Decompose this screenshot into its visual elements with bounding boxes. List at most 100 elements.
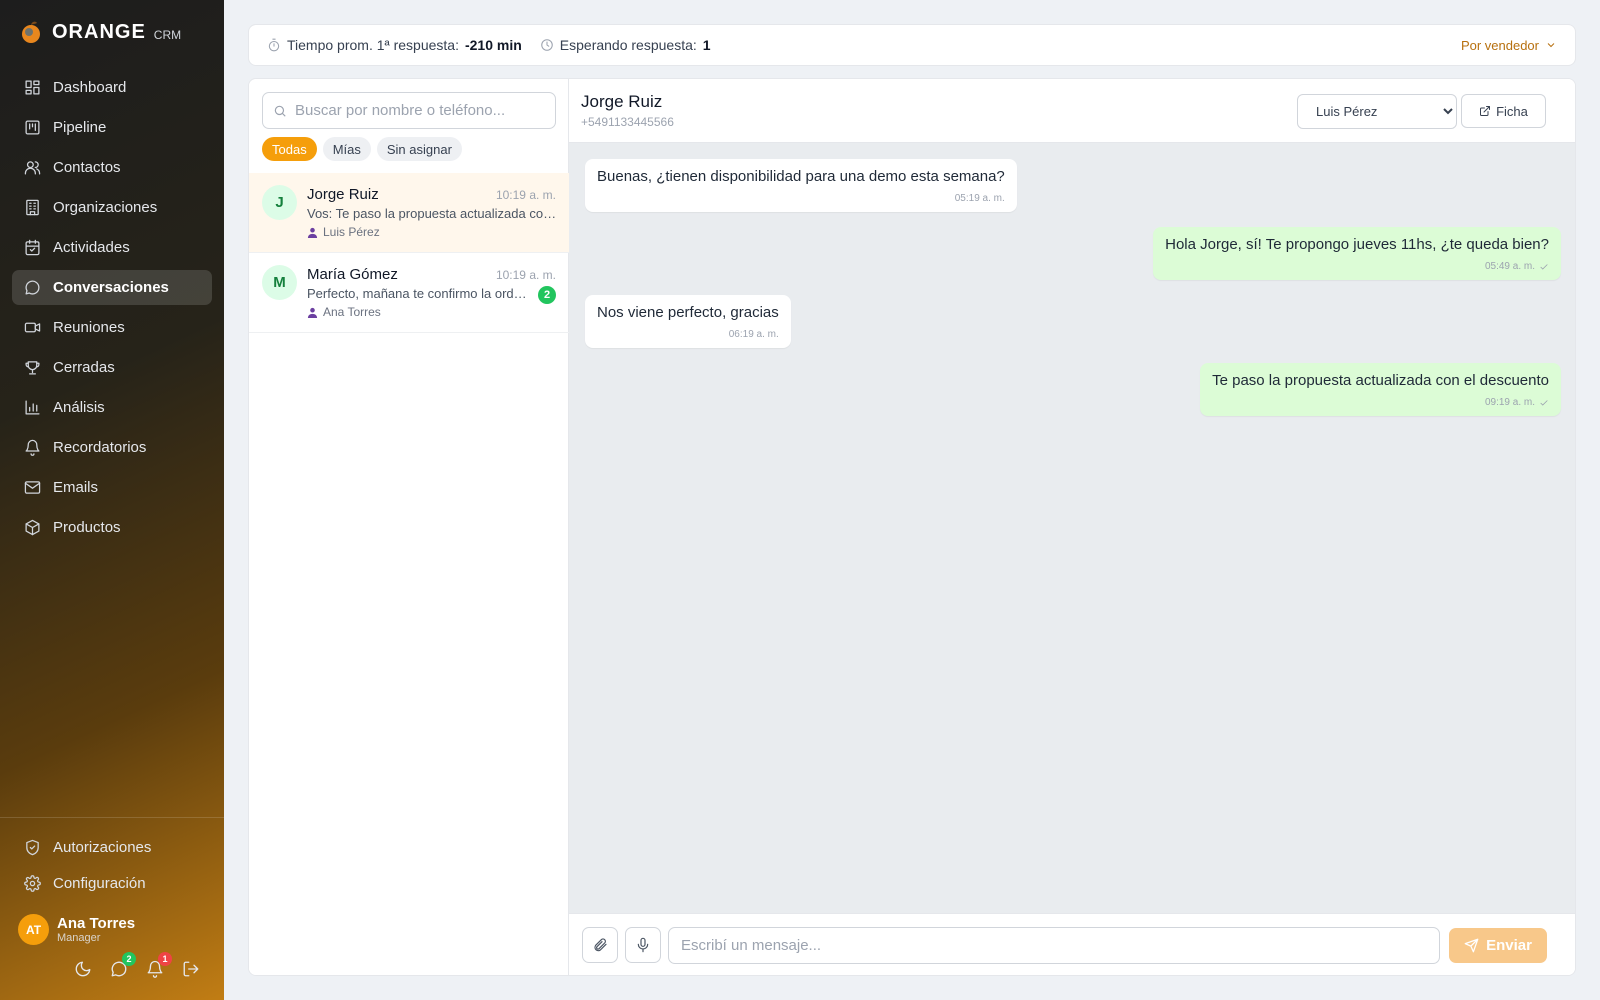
conversation-time: 10:19 a. m. [495, 268, 556, 282]
message-time: 06:19 a. m. [597, 329, 779, 340]
brand-name: ORANGE [52, 20, 146, 43]
message-input[interactable] [668, 927, 1440, 964]
search-input[interactable] [295, 102, 545, 119]
ficha-button[interactable]: Ficha [1461, 94, 1546, 128]
conversation-item-jorge-ruiz[interactable]: J Jorge Ruiz 10:19 a. m. Vos: Te paso la… [249, 173, 569, 253]
sidebar-divider [0, 817, 224, 818]
sidebar-item-label: Recordatorios [53, 439, 147, 456]
notifications-button[interactable]: 1 [146, 952, 172, 980]
stats-bar: Tiempo prom. 1ª respuesta: -210 min Espe… [248, 24, 1576, 66]
sidebar-item-emails[interactable]: Emails [12, 470, 212, 505]
message-outgoing: Hola Jorge, sí! Te propongo jueves 11hs,… [1153, 227, 1561, 280]
contact-name: Jorge Ruiz [307, 186, 379, 203]
sidebar-item-label: Productos [53, 519, 121, 536]
attach-button[interactable] [582, 927, 618, 963]
chat-contact-phone: +5491133445566 [581, 115, 674, 129]
sidebar-item-organizaciones[interactable]: Organizaciones [12, 190, 212, 225]
sidebar-item-label: Emails [53, 479, 99, 496]
moon-icon [75, 961, 91, 977]
conversation-preview: Vos: Te paso la propuesta actualizada co… [307, 206, 557, 221]
paperclip-icon [594, 938, 607, 952]
conversation-owner: Ana Torres [307, 305, 381, 319]
conversation-filters: Todas Mías Sin asignar [262, 137, 462, 161]
sidebar-item-autorizaciones[interactable]: Autorizaciones [12, 830, 212, 865]
sidebar-item-label: Dashboard [53, 79, 127, 96]
sidebar-item-label: Cerradas [53, 359, 115, 376]
chat-contact-name: Jorge Ruiz [581, 92, 663, 111]
sidebar-item-label: Contactos [53, 159, 121, 176]
message-incoming: Nos viene perfecto, gracias 06:19 a. m. [585, 295, 791, 348]
person-icon [307, 307, 318, 318]
sidebar-item-label: Actividades [53, 239, 130, 256]
message-time-text: 05:49 a. m. [1484, 261, 1535, 272]
owner-name: Ana Torres [323, 305, 381, 319]
pipeline-icon [25, 120, 40, 135]
message-composer: Enviar [569, 913, 1575, 975]
message-outgoing: Te paso la propuesta actualizada con el … [1200, 363, 1561, 416]
brand-sub: CRM [153, 28, 182, 42]
sidebar-item-recordatorios[interactable]: Recordatorios [12, 430, 212, 465]
orange-logo-icon [22, 21, 40, 43]
bell-icon [25, 439, 40, 456]
theme-toggle-button[interactable] [74, 960, 94, 980]
brand[interactable]: ORANGE CRM [18, 16, 181, 48]
avg-response-stat: Tiempo prom. 1ª respuesta: -210 min [267, 37, 522, 53]
sidebar-item-contactos[interactable]: Contactos [12, 150, 212, 185]
send-button[interactable]: Enviar [1449, 928, 1547, 963]
chat-area: Jorge Ruiz +5491133445566 Luis Pérez Fic… [569, 79, 1575, 975]
sidebar-item-label: Autorizaciones [53, 839, 152, 856]
assign-seller-select[interactable]: Luis Pérez [1297, 94, 1457, 129]
check-icon [1540, 263, 1548, 270]
filter-mias[interactable]: Mías [322, 137, 371, 161]
sidebar-item-conversaciones[interactable]: Conversaciones [12, 270, 212, 305]
vendor-filter-dropdown[interactable]: Por vendedor [1461, 38, 1557, 53]
user-name: Ana Torres [57, 915, 136, 932]
sidebar-item-cerradas[interactable]: Cerradas [12, 350, 212, 385]
logout-button[interactable] [182, 960, 202, 980]
send-icon [1464, 938, 1479, 953]
conversation-time: 10:19 a. m. [495, 188, 556, 202]
gear-icon [24, 875, 41, 892]
sidebar-item-dashboard[interactable]: Dashboard [12, 70, 212, 105]
user-role: Manager [57, 932, 101, 944]
message-time-text: 06:19 a. m. [728, 329, 779, 340]
sidebar-item-actividades[interactable]: Actividades [12, 230, 212, 265]
waiting-value: 1 [702, 37, 711, 53]
conversation-preview: Perfecto, mañana te confirmo la orden [307, 286, 527, 301]
sidebar-item-configuracion[interactable]: Configuración [12, 866, 212, 901]
search-box[interactable] [262, 92, 556, 129]
message-time-text: 09:19 a. m. [1484, 397, 1535, 408]
messages-badge: 2 [122, 952, 136, 966]
user-profile[interactable]: AT Ana Torres Manager [18, 914, 135, 945]
conversation-item-maria-gomez[interactable]: M María Gómez 10:19 a. m. Perfecto, maña… [249, 253, 569, 333]
unread-badge: 2 [538, 286, 556, 304]
sidebar-item-productos[interactable]: Productos [12, 510, 212, 545]
external-link-icon [1480, 106, 1491, 116]
waiting-label: Esperando respuesta: [559, 37, 697, 53]
message-text: Buenas, ¿tienen disponibilidad para una … [597, 168, 1005, 185]
sidebar-item-label: Pipeline [53, 119, 107, 136]
calendar-icon [25, 239, 40, 256]
trophy-icon [25, 361, 40, 375]
message-time-text: 05:19 a. m. [954, 193, 1005, 204]
voice-button[interactable] [625, 927, 661, 963]
sidebar-item-analisis[interactable]: Análisis [12, 390, 212, 425]
check-icon [1540, 399, 1548, 406]
conversation-owner: Luis Pérez [307, 225, 380, 239]
messages-button[interactable]: 2 [110, 952, 136, 980]
sidebar-item-reuniones[interactable]: Reuniones [12, 310, 212, 345]
sidebar-quick-actions: 2 1 [74, 952, 202, 980]
contact-avatar: J [262, 185, 297, 220]
clock-icon [541, 39, 553, 51]
ficha-label: Ficha [1496, 103, 1528, 119]
sidebar-item-pipeline[interactable]: Pipeline [12, 110, 212, 145]
building-icon [26, 199, 39, 216]
message-time: 05:49 a. m. [1165, 261, 1549, 272]
message-text: Te paso la propuesta actualizada con el … [1212, 372, 1549, 389]
sidebar-item-label: Conversaciones [53, 279, 169, 296]
filter-sin-asignar[interactable]: Sin asignar [376, 137, 462, 161]
video-icon [24, 322, 41, 333]
sidebar-nav: Dashboard Pipeline Contactos Organizacio… [12, 70, 212, 550]
owner-name: Luis Pérez [323, 225, 380, 239]
filter-todas[interactable]: Todas [262, 137, 317, 161]
